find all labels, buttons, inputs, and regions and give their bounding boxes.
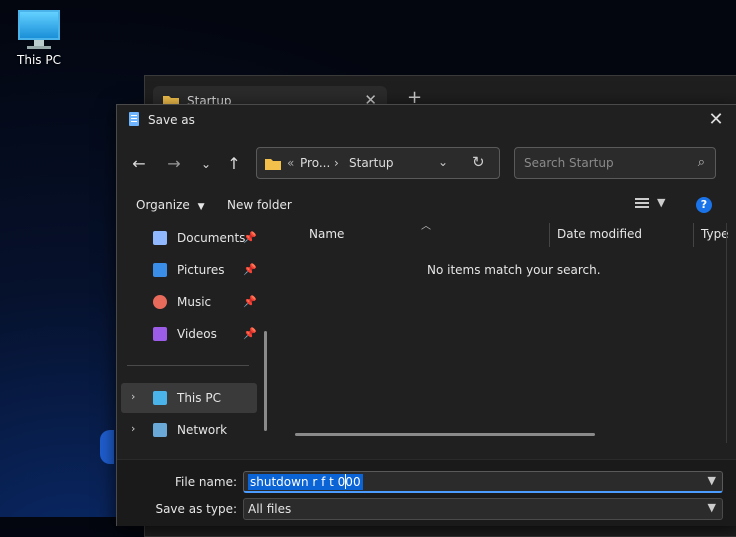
text-cursor (345, 474, 346, 489)
search-icon: ⌕ (697, 155, 705, 170)
column-header-name[interactable]: Name (309, 227, 344, 241)
chevron-down-icon: ▼ (197, 202, 205, 212)
horizontal-scrollbar[interactable] (295, 433, 595, 436)
save-as-dialog: Save as ✕ ← → ⌄ ↑ « Pro... › Startup ⌄ ↻… (116, 104, 736, 526)
back-arrow-icon[interactable]: ← (128, 153, 150, 175)
file-name-label: File name: (175, 475, 237, 489)
pin-icon: 📌 (243, 231, 257, 244)
videos-icon (153, 327, 167, 341)
pin-icon: 📌 (243, 327, 257, 340)
command-bar: Organize ▼ New folder ▼ ? (117, 193, 736, 219)
sidebar-divider (127, 365, 249, 366)
music-icon (153, 295, 167, 309)
breadcrumb-segment[interactable]: Startup (349, 156, 394, 170)
address-bar[interactable]: « Pro... › Startup ⌄ ↻ (256, 147, 500, 179)
expand-chevron-icon[interactable]: › (131, 422, 135, 435)
save-options: File name: shutdown r f t 000 ▼ Save as … (117, 459, 736, 526)
file-name-input[interactable]: shutdown r f t 000 ▼ (243, 471, 723, 493)
this-pc-icon (153, 391, 167, 405)
forward-arrow-icon[interactable]: → (163, 153, 185, 175)
breadcrumb-overflow-icon[interactable]: « (287, 156, 294, 170)
address-dropdown-icon[interactable]: ⌄ (438, 155, 448, 169)
navigation-bar: ← → ⌄ ↑ « Pro... › Startup ⌄ ↻ Search St… (117, 147, 736, 181)
chevron-down-icon[interactable]: ▼ (708, 501, 716, 514)
sidebar-scrollbar[interactable] (264, 331, 267, 431)
sidebar-item-label: Videos (177, 327, 217, 341)
sidebar-item-label: Documents (177, 231, 246, 245)
dialog-titlebar: Save as ✕ (117, 105, 736, 135)
notepad-icon (129, 112, 139, 126)
desktop-this-pc-label: This PC (17, 53, 61, 67)
empty-message: No items match your search. (427, 263, 601, 277)
close-dialog-button[interactable]: ✕ (693, 105, 736, 135)
expand-chevron-icon[interactable]: › (131, 390, 135, 403)
pictures-icon (153, 263, 167, 277)
column-divider[interactable] (693, 223, 694, 247)
recent-locations-chevron-icon[interactable]: ⌄ (195, 153, 217, 175)
search-placeholder: Search Startup (524, 156, 614, 170)
sidebar-item-pictures[interactable]: Pictures 📌 (121, 255, 257, 285)
file-list: ︿ Name Date modified Type No items match… (279, 221, 736, 455)
sidebar-item-label: Music (177, 295, 212, 309)
organize-button[interactable]: Organize ▼ (136, 198, 205, 212)
new-folder-button[interactable]: New folder (227, 198, 292, 212)
breadcrumb-separator-icon[interactable]: › (334, 156, 339, 170)
sort-caret-icon: ︿ (421, 221, 431, 232)
column-header-type[interactable]: Type (701, 227, 729, 241)
sidebar-item-music[interactable]: Music 📌 (121, 287, 257, 317)
monitor-icon (14, 10, 64, 49)
up-arrow-icon[interactable]: ↑ (223, 153, 245, 175)
view-options-icon[interactable] (635, 198, 649, 210)
help-icon[interactable]: ? (696, 197, 712, 213)
documents-icon (153, 231, 167, 245)
folder-icon (265, 157, 281, 170)
chevron-down-icon[interactable]: ▼ (708, 474, 716, 487)
sidebar-item-documents[interactable]: Documents 📌 (121, 223, 257, 253)
refresh-icon[interactable]: ↻ (472, 153, 485, 171)
network-icon (153, 423, 167, 437)
navigation-pane: Documents 📌 Pictures 📌 Music 📌 Videos 📌 … (117, 223, 267, 455)
sidebar-item-network[interactable]: › Network (121, 415, 257, 445)
save-as-type-label: Save as type: (155, 502, 237, 516)
save-as-type-value: All files (248, 502, 292, 516)
organize-label: Organize (136, 198, 190, 212)
column-header-date-modified[interactable]: Date modified (557, 227, 642, 241)
desktop-wallpaper-accent (100, 430, 114, 464)
sidebar-item-label: Network (177, 423, 228, 437)
column-divider[interactable] (549, 223, 550, 247)
sidebar-item-this-pc[interactable]: › This PC (121, 383, 257, 413)
search-box[interactable]: Search Startup ⌕ (514, 147, 716, 179)
sidebar-item-label: This PC (177, 391, 221, 405)
pane-border (726, 223, 727, 443)
view-dropdown-icon[interactable]: ▼ (657, 196, 665, 209)
sidebar-item-label: Pictures (177, 263, 225, 277)
pin-icon: 📌 (243, 263, 257, 276)
dialog-title: Save as (148, 113, 195, 127)
pin-icon: 📌 (243, 295, 257, 308)
breadcrumb-segment[interactable]: Pro... (300, 156, 330, 170)
desktop-this-pc[interactable]: This PC (14, 10, 64, 67)
sidebar-item-videos[interactable]: Videos 📌 (121, 319, 257, 349)
